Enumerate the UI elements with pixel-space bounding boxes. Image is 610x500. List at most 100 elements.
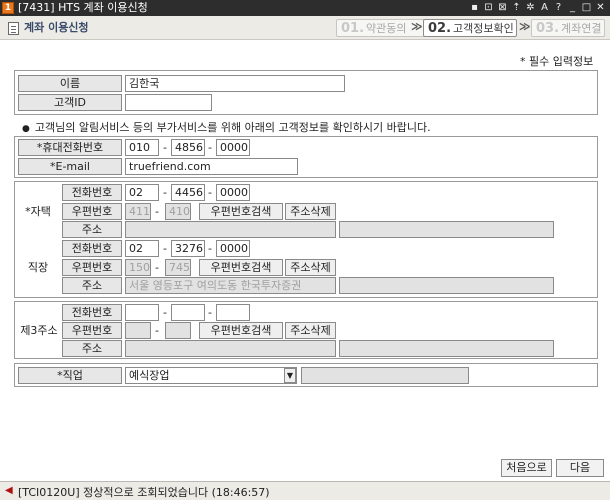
window-title: [7431] HTS 계좌 이용신청 <box>18 1 148 14</box>
step-number: 03. <box>536 20 560 36</box>
name-field[interactable]: 김한국 <box>125 75 345 92</box>
dash: - <box>155 205 159 218</box>
third-zip-second-field <box>165 322 191 339</box>
job-select[interactable]: 예식장업 <box>125 367 297 384</box>
home-phone-label: 전화번호 <box>62 184 122 201</box>
notice-message: 고객님의 알림서비스 등의 부가서비스를 위해 아래의 고객정보를 확인하시기 … <box>34 121 431 134</box>
work-address-delete-button[interactable]: 주소삭제 <box>285 259 336 276</box>
work-zip-label: 우편번호 <box>62 259 122 276</box>
status-message: [TCI0120U] 정상적으로 조회되었습니다 (18:46:57) <box>18 484 270 500</box>
third-phone-last-field[interactable] <box>216 304 250 321</box>
third-phone-middle-field[interactable] <box>171 304 205 321</box>
home-address-label: 주소 <box>62 221 122 238</box>
step-number: 01. <box>341 20 365 36</box>
step-number: 02. <box>428 20 452 36</box>
email-field[interactable]: truefriend.com <box>125 158 298 175</box>
step-customer-info[interactable]: 02. 고객정보확인 <box>423 19 517 37</box>
mobile-label: *휴대전화번호 <box>18 139 122 156</box>
home-phone-area-field[interactable]: 02 <box>125 184 159 201</box>
mobile-prefix-field[interactable]: 010 <box>125 139 159 156</box>
third-address-delete-button[interactable]: 주소삭제 <box>285 322 336 339</box>
job-label: *직업 <box>18 367 122 384</box>
title-bar-icons: ▪ ⊡ ⊠ ⇡ ✲ A ? _ □ ✕ <box>469 1 606 15</box>
third-zip-search-button[interactable]: 우편번호검색 <box>199 322 283 339</box>
chevron-down-icon[interactable]: ▼ <box>284 368 296 383</box>
font-size-icon[interactable]: A <box>539 2 550 14</box>
step-arrow-icon: ≫ <box>519 20 531 33</box>
third-address-detail-field <box>339 340 554 357</box>
third-address-label: 주소 <box>62 340 122 357</box>
dash: - <box>163 186 167 199</box>
third-phone-area-field[interactable] <box>125 304 159 321</box>
status-code: [TCI0120U] <box>18 486 80 499</box>
step-label: 고객정보확인 <box>453 22 514 35</box>
document-icon <box>8 22 19 35</box>
work-phone-last-field[interactable]: 0000 <box>216 240 250 257</box>
work-section-label: 직장 <box>27 261 49 274</box>
dash: - <box>155 261 159 274</box>
minimize-icon[interactable]: _ <box>567 2 578 14</box>
third-zip-first-field <box>125 322 151 339</box>
first-button[interactable]: 처음으로 <box>501 459 552 477</box>
job-detail-field <box>301 367 469 384</box>
page-title: 계좌 이용신청 <box>24 21 89 34</box>
home-zip-label: 우편번호 <box>62 203 122 220</box>
work-phone-label: 전화번호 <box>62 240 122 257</box>
home-phone-middle-field[interactable]: 4456 <box>171 184 205 201</box>
required-note: * 필수 입력정보 <box>520 55 594 68</box>
home-address-delete-button[interactable]: 주소삭제 <box>285 203 336 220</box>
dash: - <box>208 141 212 154</box>
work-address-field: 서울 영등포구 여의도동 한국투자증권 <box>125 277 336 294</box>
link-icon[interactable]: ⊡ <box>483 2 494 14</box>
close-icon[interactable]: ✕ <box>595 2 606 14</box>
work-zip-first-field: 150 <box>125 259 151 276</box>
dash: - <box>163 306 167 319</box>
home-phone-last-field[interactable]: 0000 <box>216 184 250 201</box>
email-label: *E-mail <box>18 158 122 175</box>
third-address-field <box>125 340 336 357</box>
work-zip-second-field: 745 <box>165 259 191 276</box>
app-icon: 1 <box>2 2 14 14</box>
dash: - <box>163 242 167 255</box>
dash: - <box>155 324 159 337</box>
mobile-last-field[interactable]: 0000 <box>216 139 250 156</box>
home-address-detail-field <box>339 221 554 238</box>
pin-icon[interactable]: ▪ <box>469 2 480 14</box>
home-zip-search-button[interactable]: 우편번호검색 <box>199 203 283 220</box>
home-zip-first-field: 411 <box>125 203 151 220</box>
customer-id-label: 고객ID <box>18 94 122 111</box>
mobile-middle-field[interactable]: 4856 <box>171 139 205 156</box>
work-address-detail-field <box>339 277 554 294</box>
status-time: (18:46:57) <box>211 486 270 499</box>
keep-on-top-icon[interactable]: ⇡ <box>511 2 522 14</box>
dash: - <box>208 186 212 199</box>
dash: - <box>163 141 167 154</box>
step-label: 계좌연결 <box>561 22 602 35</box>
home-section-label: *자택 <box>25 205 51 218</box>
work-phone-middle-field[interactable]: 3276 <box>171 240 205 257</box>
third-phone-label: 전화번호 <box>62 304 122 321</box>
dash: - <box>208 242 212 255</box>
step-label: 약관동의 <box>366 22 407 35</box>
home-address-field <box>125 221 336 238</box>
step-arrow-icon: ≫ <box>411 20 423 33</box>
maximize-icon[interactable]: □ <box>581 2 592 14</box>
third-section-label: 제3주소 <box>20 324 58 337</box>
work-zip-search-button[interactable]: 우편번호검색 <box>199 259 283 276</box>
status-text: 정상적으로 조회되었습니다 <box>83 486 209 499</box>
window-icon[interactable]: ⊠ <box>497 2 508 14</box>
home-zip-second-field: 410 <box>165 203 191 220</box>
help-icon[interactable]: ? <box>553 2 564 14</box>
name-label: 이름 <box>18 75 122 92</box>
speaker-icon: ◀ <box>5 485 13 496</box>
third-zip-label: 우편번호 <box>62 322 122 339</box>
step-account-link[interactable]: 03. 계좌연결 <box>531 19 605 37</box>
work-address-label: 주소 <box>62 277 122 294</box>
dash: - <box>208 306 212 319</box>
bullet-icon: ● <box>22 124 30 134</box>
customer-id-field[interactable] <box>125 94 212 111</box>
settings-icon[interactable]: ✲ <box>525 2 536 14</box>
notice-text: ● 고객님의 알림서비스 등의 부가서비스를 위해 아래의 고객정보를 확인하시기… <box>22 119 431 135</box>
next-button[interactable]: 다음 <box>556 459 604 477</box>
work-phone-area-field[interactable]: 02 <box>125 240 159 257</box>
